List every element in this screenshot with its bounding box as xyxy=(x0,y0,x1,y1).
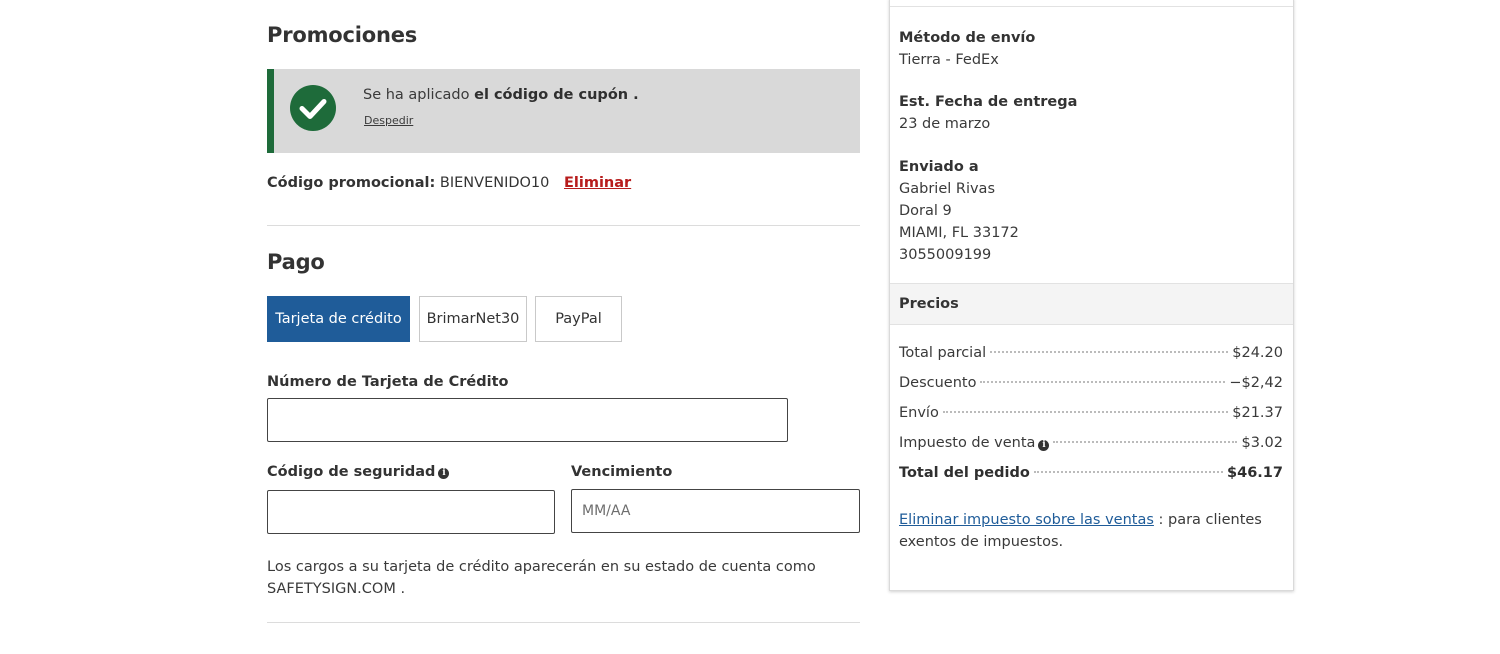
promo-code-row: Código promocional: BIENVENIDO10 xyxy=(267,175,549,191)
banner-message: Se ha aplicado el código de cupón . xyxy=(363,87,639,103)
shipping-method-label: Método de envío xyxy=(899,30,1036,46)
price-row-discount: Descuento −$2,42 xyxy=(899,375,1283,397)
address-city-state-zip: MIAMI, FL 33172 xyxy=(899,225,1019,241)
promo-code-value: BIENVENIDO10 xyxy=(439,175,550,191)
price-row-sales-tax: Impuesto de venta i $3.02 xyxy=(899,435,1283,457)
remove-sales-tax-link[interactable]: Eliminar impuesto sobre las ventas xyxy=(899,512,1154,528)
price-row-order-total: Total del pedido $46.17 xyxy=(899,465,1283,487)
dismiss-link[interactable]: Despedir xyxy=(364,114,413,127)
dot-leader xyxy=(1053,441,1238,443)
promo-code-label: Código promocional: xyxy=(267,175,436,191)
tax-exempt-note: Eliminar impuesto sobre las ventas : par… xyxy=(899,509,1279,553)
price-value: $21.37 xyxy=(1232,405,1283,421)
delivery-date-label: Est. Fecha de entrega xyxy=(899,94,1078,110)
tab-credit-card[interactable]: Tarjeta de crédito xyxy=(267,296,410,342)
summary-top-divider xyxy=(890,6,1293,7)
tab-brimarnet30[interactable]: BrimarNet30 xyxy=(419,296,527,342)
prices-header: Precios xyxy=(890,283,1293,325)
price-label: Descuento xyxy=(899,375,977,391)
price-value: $3.02 xyxy=(1241,435,1283,451)
delivery-date-value: 23 de marzo xyxy=(899,116,991,132)
card-number-input[interactable] xyxy=(267,398,788,442)
dot-leader xyxy=(990,351,1229,353)
order-summary-panel: Método de envío Tierra - FedEx Est. Fech… xyxy=(889,0,1294,591)
dot-leader xyxy=(1033,471,1224,473)
section-divider xyxy=(267,225,860,226)
dot-leader xyxy=(980,381,1226,383)
remove-promo-link[interactable]: Eliminar xyxy=(564,175,631,191)
shipping-method-value: Tierra - FedEx xyxy=(899,52,999,68)
section-divider-bottom xyxy=(267,622,860,623)
checkout-main-column: Promociones Se ha aplicado el código de … xyxy=(267,0,860,654)
banner-message-prefix: Se ha aplicado xyxy=(363,87,470,103)
security-code-label-wrap: Código de seguridad i xyxy=(267,464,450,480)
price-row-subtotal: Total parcial $24.20 xyxy=(899,345,1283,367)
price-label: Impuesto de venta xyxy=(899,435,1036,451)
address-name: Gabriel Rivas xyxy=(899,181,995,197)
price-row-shipping: Envío $21.37 xyxy=(899,405,1283,427)
shipped-to-block: Enviado a Gabriel Rivas Doral 9 MIAMI, F… xyxy=(899,156,1019,266)
card-number-label: Número de Tarjeta de Crédito xyxy=(267,374,509,390)
banner-message-bold: el código de cupón . xyxy=(474,87,639,103)
security-code-label: Código de seguridad xyxy=(267,464,436,480)
dot-leader xyxy=(942,411,1229,413)
price-label: Envío xyxy=(899,405,939,421)
address-phone: 3055009199 xyxy=(899,247,992,263)
shipped-to-label: Enviado a xyxy=(899,159,979,175)
price-value: $24.20 xyxy=(1232,345,1283,361)
billing-disclaimer: Los cargos a su tarjeta de crédito apare… xyxy=(267,559,816,597)
price-value: −$2,42 xyxy=(1229,375,1283,391)
shipping-method-block: Método de envío Tierra - FedEx xyxy=(899,27,1035,71)
price-label: Total del pedido xyxy=(899,465,1030,481)
price-value: $46.17 xyxy=(1227,465,1283,481)
security-code-input[interactable] xyxy=(267,490,555,534)
delivery-date-block: Est. Fecha de entrega 23 de marzo xyxy=(899,91,1077,135)
expiration-label: Vencimiento xyxy=(571,464,673,480)
tab-paypal[interactable]: PayPal xyxy=(535,296,622,342)
expiration-input[interactable] xyxy=(571,489,860,533)
coupon-success-banner: Se ha aplicado el código de cupón . Desp… xyxy=(267,69,860,153)
promotions-title: Promociones xyxy=(267,23,418,47)
check-circle-icon xyxy=(290,85,336,131)
address-street: Doral 9 xyxy=(899,203,952,219)
payment-title: Pago xyxy=(267,250,325,274)
price-label: Total parcial xyxy=(899,345,987,361)
info-icon[interactable]: i xyxy=(1038,440,1050,451)
checkout-page: Promociones Se ha aplicado el código de … xyxy=(0,0,1500,654)
info-icon[interactable]: i xyxy=(438,468,450,479)
